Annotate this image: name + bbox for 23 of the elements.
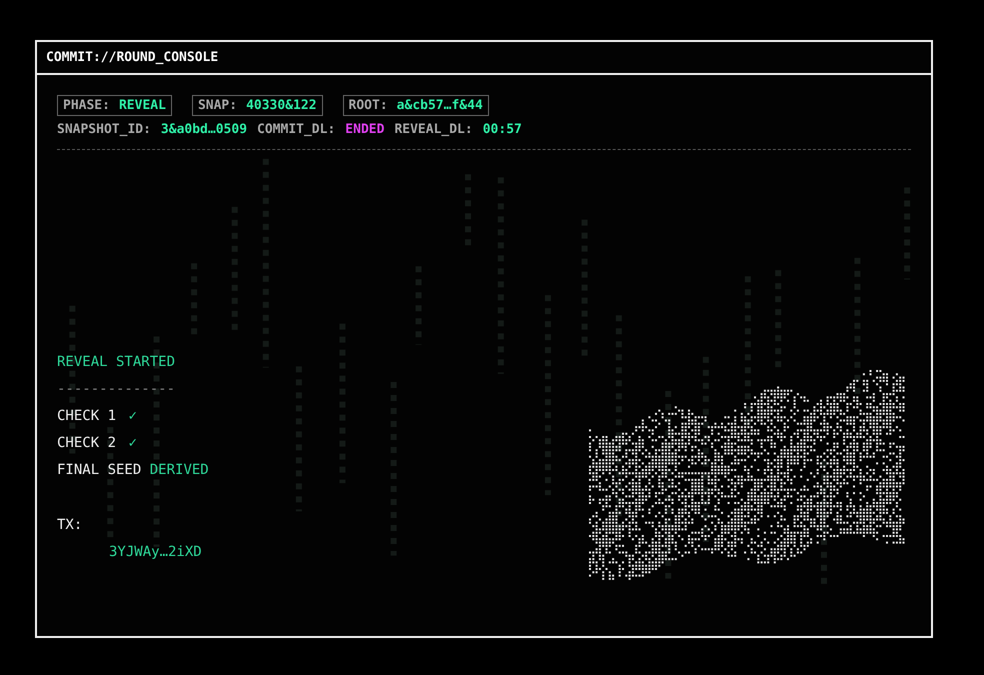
status-value: 3&a0bd…0509 bbox=[160, 122, 248, 137]
seed-label: FINAL SEED bbox=[57, 462, 142, 478]
check-label: CHECK 2 bbox=[57, 435, 116, 451]
seed-status: DERIVED bbox=[150, 462, 209, 478]
badge-value: 40330&122 bbox=[246, 98, 317, 113]
check-mark: ✓ bbox=[128, 408, 137, 424]
tx-hash: 3YJWAy…2iXD bbox=[108, 543, 202, 562]
window-title: COMMIT://ROUND_CONSOLE bbox=[46, 50, 218, 65]
status-label: COMMIT_DL: bbox=[257, 122, 336, 137]
badge-value: REVEAL bbox=[118, 98, 166, 113]
check-label: CHECK 1 bbox=[57, 408, 116, 424]
tx-label: TX: bbox=[57, 516, 84, 535]
status-value: 00:57 bbox=[482, 122, 522, 137]
check-mark: ✓ bbox=[128, 435, 137, 451]
log-separator: -------------- bbox=[57, 380, 176, 399]
badge-value: a&cb57…f&44 bbox=[396, 98, 483, 113]
badge-label: SNAP: bbox=[198, 98, 238, 113]
status-label: REVEAL_DL: bbox=[394, 122, 473, 137]
badge-label: ROOT: bbox=[348, 98, 388, 113]
status-label: SNAPSHOT_ID: bbox=[57, 122, 151, 137]
status-value: ENDED bbox=[345, 122, 384, 137]
log-heading: REVEAL STARTED bbox=[57, 353, 176, 372]
badge-label: PHASE: bbox=[63, 98, 110, 113]
